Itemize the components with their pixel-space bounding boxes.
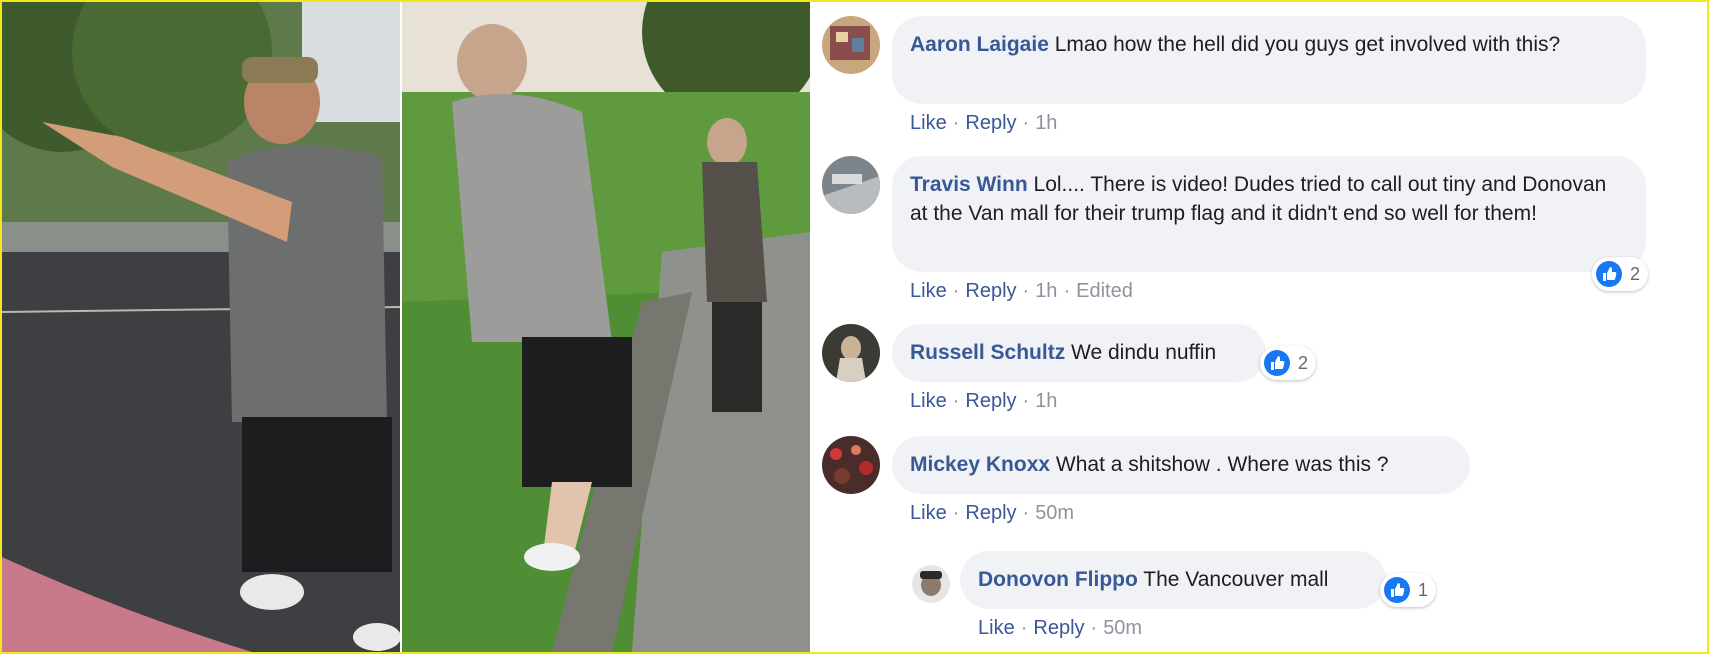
comment-author[interactable]: Russell Schultz (910, 341, 1065, 364)
comment-actions: Like · Reply · 1h (910, 112, 1057, 135)
reaction-count: 2 (1298, 352, 1309, 373)
thumbs-up-icon (1264, 350, 1290, 376)
photo-men-walking (402, 2, 810, 652)
comment-time[interactable]: 1h (1035, 390, 1057, 412)
reaction-count: 1 (1418, 579, 1429, 600)
comment-author[interactable]: Aaron Laigaie (910, 33, 1049, 56)
reaction-badge[interactable]: 1 (1380, 573, 1437, 607)
comment-author[interactable]: Mickey Knoxx (910, 453, 1050, 476)
separator: · (952, 390, 960, 412)
separator: · (952, 502, 960, 524)
reaction-count: 2 (1630, 263, 1641, 284)
separator: · (1022, 280, 1030, 302)
comment-thread: Aaron Laigaie Lmao how the hell did you … (810, 2, 1707, 652)
separator: · (952, 112, 960, 134)
separator: · (1022, 390, 1030, 412)
separator: · (1022, 502, 1030, 524)
comment-author[interactable]: Travis Winn (910, 173, 1028, 196)
comment-time[interactable]: 1h (1035, 112, 1057, 134)
avatar[interactable] (822, 324, 880, 382)
screenshot-frame: Aaron Laigaie Lmao how the hell did you … (0, 0, 1709, 654)
separator: · (1063, 280, 1071, 302)
comment-author[interactable]: Donovon Flippo (978, 568, 1138, 591)
comment-item: Mickey Knoxx What a shitshow . Where was… (822, 436, 1702, 536)
like-link[interactable]: Like (910, 390, 947, 412)
like-link[interactable]: Like (978, 617, 1015, 639)
comment-bubble: Donovon Flippo The Vancouver mall (960, 551, 1386, 609)
comment-bubble: Russell Schultz We dindu nuffin (892, 324, 1266, 382)
reply-link[interactable]: Reply (965, 280, 1016, 302)
separator: · (1020, 617, 1028, 639)
photo-man-pointing (2, 2, 400, 652)
separator: · (952, 280, 960, 302)
comment-bubble: Mickey Knoxx What a shitshow . Where was… (892, 436, 1470, 494)
comment-text: The Vancouver mall (1143, 568, 1329, 591)
comment-text: What a shitshow . Where was this ? (1055, 453, 1389, 476)
like-link[interactable]: Like (910, 502, 947, 524)
reply-link[interactable]: Reply (965, 112, 1016, 134)
avatar[interactable] (822, 436, 880, 494)
comment-text: Lmao how the hell did you guys get invol… (1054, 33, 1561, 56)
comment-actions: Like · Reply · 1h (910, 390, 1057, 413)
comment-bubble: Travis Winn Lol.... There is video! Dude… (892, 156, 1646, 272)
comment-actions: Like · Reply · 50m (910, 502, 1074, 525)
comment-text: We dindu nuffin (1071, 341, 1217, 364)
reply-item: Donovon Flippo The Vancouver mall 1 Like… (912, 551, 1702, 651)
comment-time[interactable]: 1h (1035, 280, 1057, 302)
like-link[interactable]: Like (910, 280, 947, 302)
like-link[interactable]: Like (910, 112, 947, 134)
comment-actions: Like · Reply · 50m (978, 617, 1142, 640)
comment-bubble: Aaron Laigaie Lmao how the hell did you … (892, 16, 1646, 104)
comment-item: Travis Winn Lol.... There is video! Dude… (822, 156, 1702, 306)
edited-label: Edited (1076, 280, 1133, 302)
comment-actions: Like · Reply · 1h · Edited (910, 280, 1133, 303)
comment-item: Aaron Laigaie Lmao how the hell did you … (822, 16, 1702, 136)
avatar[interactable] (822, 156, 880, 214)
comment-item: Russell Schultz We dindu nuffin 2 Like · R… (822, 324, 1702, 424)
comment-time[interactable]: 50m (1035, 502, 1074, 524)
comment-time[interactable]: 50m (1103, 617, 1142, 639)
separator: · (1022, 112, 1030, 134)
thumbs-up-icon (1596, 261, 1622, 287)
reply-link[interactable]: Reply (965, 502, 1016, 524)
reply-link[interactable]: Reply (965, 390, 1016, 412)
reaction-badge[interactable]: 2 (1260, 346, 1317, 380)
thumbs-up-icon (1384, 577, 1410, 603)
avatar[interactable] (912, 565, 950, 603)
separator: · (1090, 617, 1098, 639)
reply-link[interactable]: Reply (1033, 617, 1084, 639)
reaction-badge[interactable]: 2 (1592, 257, 1649, 291)
avatar[interactable] (822, 16, 880, 74)
